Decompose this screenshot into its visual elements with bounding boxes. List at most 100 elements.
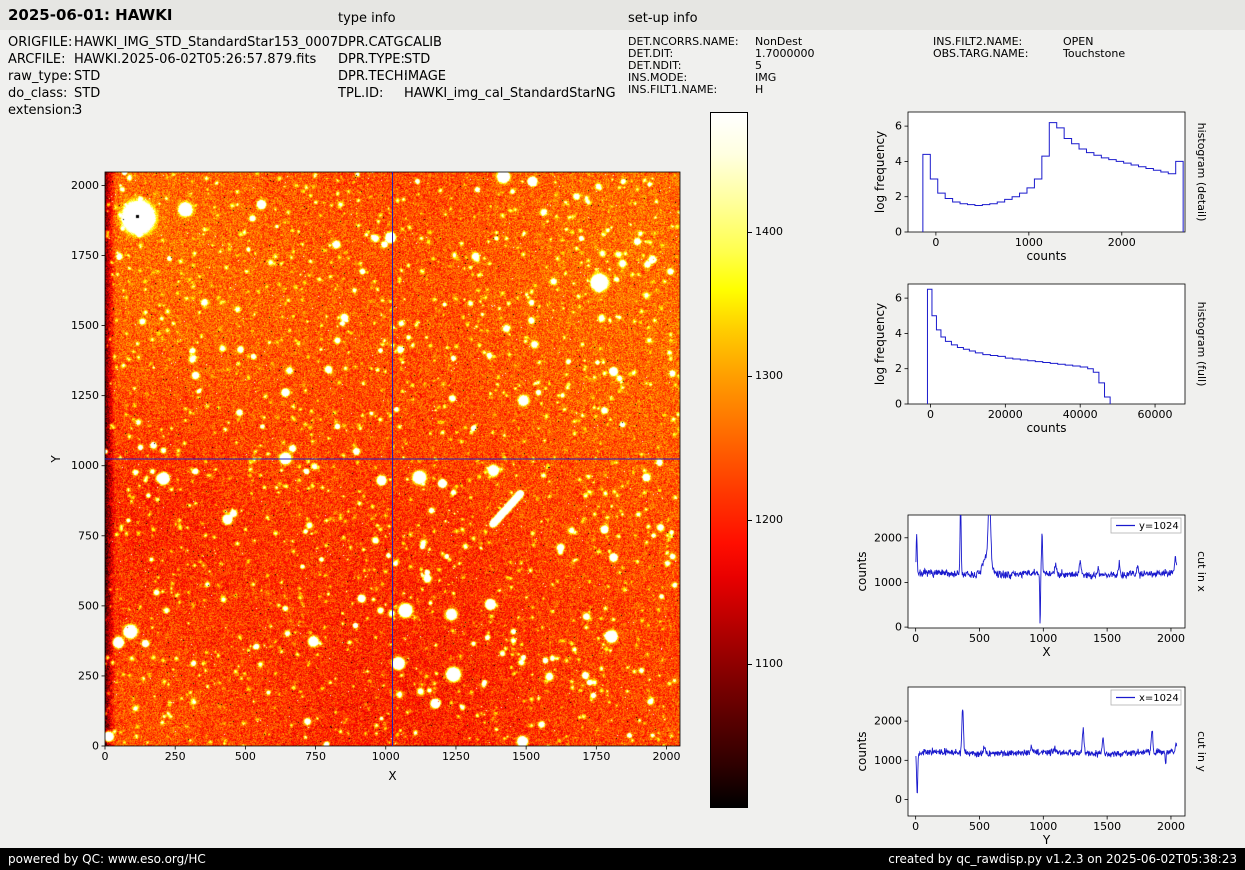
meta-label: DPR.TECH: bbox=[338, 69, 408, 84]
footer-powered-by: powered by QC: www.eso.org/HC bbox=[8, 852, 206, 866]
meta-row: ORIGFILE: HAWKI_IMG_STD_StandardStar153_0… bbox=[8, 34, 338, 51]
meta-row: DPR.TYPE:STD bbox=[338, 51, 616, 68]
hist-full-xtick-label: 20000 bbox=[988, 408, 1023, 421]
cut-y-xtick-label: 0 bbox=[912, 820, 919, 833]
hist-full-right-label: histogram (full) bbox=[1195, 302, 1208, 387]
hist-detail-right-label: histogram (detail) bbox=[1195, 123, 1208, 222]
cut-x-xtick-label: 1000 bbox=[1029, 632, 1057, 645]
meta-label: OBS.TARG.NAME: bbox=[933, 47, 1029, 60]
histogram-detail-plot: 0 1000 2000 0 2 4 6 counts log frequency histogra… bbox=[873, 111, 1208, 263]
meta-row: DPR.CATG:CALIB bbox=[338, 34, 616, 51]
cut-x-xtick-label: 1500 bbox=[1093, 632, 1121, 645]
main-image-ytick-label: 1250 bbox=[71, 389, 99, 402]
cut-x-xtick-label: 0 bbox=[912, 632, 919, 645]
colorbar-tick-label: 1200 bbox=[755, 512, 783, 526]
main-image-ytick-label: 1750 bbox=[71, 249, 99, 262]
main-image-xlabel: X bbox=[388, 769, 396, 783]
meta-label: ARCFILE: bbox=[8, 52, 66, 67]
main-image-xtick-label: 2000 bbox=[653, 750, 681, 763]
colorbar-tick-label: 1400 bbox=[755, 224, 783, 238]
cut-y-xtick-label: 1500 bbox=[1093, 820, 1121, 833]
setup-info-table-col1: DET.NCORRS.NAME: NonDest DET.DIT: 1.7000000… bbox=[628, 36, 815, 96]
cut-x-legend-label: y=1024 bbox=[1139, 521, 1179, 532]
footer-created-by: created by qc_rawdisp.py v1.2.3 on 2025-… bbox=[888, 852, 1237, 866]
main-image-ytick-label: 0 bbox=[92, 740, 99, 753]
main-image-ytick-label: 250 bbox=[78, 669, 99, 682]
cut-y-xtick-label: 500 bbox=[969, 820, 990, 833]
hist-full-ytick-label: 0 bbox=[895, 398, 902, 411]
main-image-xtick-label: 500 bbox=[235, 750, 256, 763]
cut-y-xtick-label: 1000 bbox=[1029, 820, 1057, 833]
main-image-xtick-label: 0 bbox=[102, 750, 109, 763]
colorbar-tick-mark bbox=[748, 375, 752, 377]
type-info-heading: type info bbox=[338, 11, 396, 26]
hist-detail-ytick-label: 2 bbox=[895, 190, 902, 203]
meta-value: HAWKI.2025-06-02T05:26:57.879.fits bbox=[74, 52, 317, 67]
colorbar-gradient bbox=[710, 112, 748, 808]
meta-value: CALIB bbox=[404, 35, 442, 50]
cut-x-right-label: cut in x bbox=[1195, 551, 1208, 592]
main-image-xtick-label: 750 bbox=[305, 750, 326, 763]
cut-x-ytick-label: 0 bbox=[895, 621, 902, 634]
page-title: 2025-06-01: HAWKI bbox=[8, 6, 173, 24]
meta-value: HAWKI_IMG_STD_StandardStar153_0007 bbox=[74, 35, 339, 50]
colorbar-tick-label: 1100 bbox=[755, 656, 783, 670]
hist-detail-ytick-label: 0 bbox=[895, 226, 902, 239]
footer-bar: powered by QC: www.eso.org/HC created by… bbox=[0, 848, 1245, 870]
cut-y-ylabel: counts bbox=[855, 731, 869, 771]
main-image-xtick-label: 1000 bbox=[372, 750, 400, 763]
setup-info-heading: set-up info bbox=[628, 11, 698, 26]
cut-y-ytick-label: 0 bbox=[895, 793, 902, 806]
histogram-full-plot: 0 20000 40000 60000 0 2 4 6 counts log frequency h… bbox=[873, 283, 1208, 435]
colorbar-tick-mark bbox=[748, 519, 752, 521]
hist-full-ytick-label: 4 bbox=[895, 327, 902, 340]
main-image-ytick-label: 1000 bbox=[71, 459, 99, 472]
meta-label: raw_type: bbox=[8, 69, 72, 84]
cut-y-right-label: cut in y bbox=[1195, 731, 1208, 772]
colorbar: 1100 1200 1300 1400 bbox=[705, 105, 825, 821]
colorbar-tick-label: 1300 bbox=[755, 368, 783, 382]
cut-in-x-plot: 0 500 1000 1500 2000 0 1000 2000 Xcounts cut in x… bbox=[855, 514, 1208, 659]
main-image-xtick-label: 1250 bbox=[442, 750, 470, 763]
cut-y-legend-label: x=1024 bbox=[1139, 693, 1179, 704]
main-image-ytick-label: 500 bbox=[78, 599, 99, 612]
hist-full-frame bbox=[907, 283, 1186, 405]
main-image-xtick-label: 250 bbox=[165, 750, 186, 763]
hist-detail-xtick-label: 1000 bbox=[1015, 236, 1043, 249]
meta-row: DPR.TECH:IMAGE bbox=[338, 68, 616, 85]
hist-detail-ytick-label: 6 bbox=[895, 120, 902, 133]
colorbar-tick-mark bbox=[748, 231, 752, 233]
hist-detail-frame bbox=[907, 111, 1186, 233]
hist-detail-ylabel: log frequency bbox=[873, 131, 887, 213]
main-image-ytick-label: 2000 bbox=[71, 179, 99, 192]
cut-x-xlabel: X bbox=[1042, 645, 1050, 659]
setup-info-table-col2: INS.FILT2.NAME: OPEN OBS.TARG.NAME: Touchst… bbox=[933, 36, 1125, 60]
meta-value: 1.7000000 bbox=[755, 47, 815, 60]
hist-detail-xtick-label: 2000 bbox=[1108, 236, 1136, 249]
header-bar: 2025-06-01: HAWKI type info set-up info bbox=[0, 0, 1245, 30]
meta-label: ORIGFILE: bbox=[8, 35, 73, 50]
meta-value: STD bbox=[404, 52, 431, 67]
cut-y-xlabel: Y bbox=[1042, 833, 1051, 847]
cut-y-xtick-label: 2000 bbox=[1157, 820, 1185, 833]
meta-value: STD bbox=[74, 69, 101, 84]
meta-label: DPR.TYPE: bbox=[338, 52, 405, 67]
meta-label: DPR.CATG: bbox=[338, 35, 408, 50]
hist-full-xtick-label: 60000 bbox=[1138, 408, 1173, 421]
main-image-xtick-label: 1750 bbox=[582, 750, 610, 763]
hist-full-xtick-label: 40000 bbox=[1063, 408, 1098, 421]
meta-row: OBS.TARG.NAME: Touchstone bbox=[933, 48, 1125, 60]
cut-x-ytick-label: 1000 bbox=[874, 576, 902, 589]
hist-full-ytick-label: 2 bbox=[895, 362, 902, 375]
main-image-ytick-label: 750 bbox=[78, 529, 99, 542]
hist-detail-xtick-label: 0 bbox=[932, 236, 939, 249]
type-info-table: DPR.CATG:CALIB DPR.TYPE:STD DPR.TECH:IMAGE… bbox=[338, 34, 616, 102]
meta-row: ARCFILE: HAWKI.2025-06-02T05:26:57.879.fi… bbox=[8, 51, 338, 68]
main-image-ytick-label: 1500 bbox=[71, 319, 99, 332]
cut-x-xtick-label: 500 bbox=[969, 632, 990, 645]
hist-detail-xlabel: counts bbox=[1026, 249, 1066, 263]
meta-value: Touchstone bbox=[1063, 47, 1126, 60]
cut-y-ytick-label: 1000 bbox=[874, 754, 902, 767]
meta-value: IMAGE bbox=[404, 69, 447, 84]
hist-detail-ytick-label: 4 bbox=[895, 155, 902, 168]
